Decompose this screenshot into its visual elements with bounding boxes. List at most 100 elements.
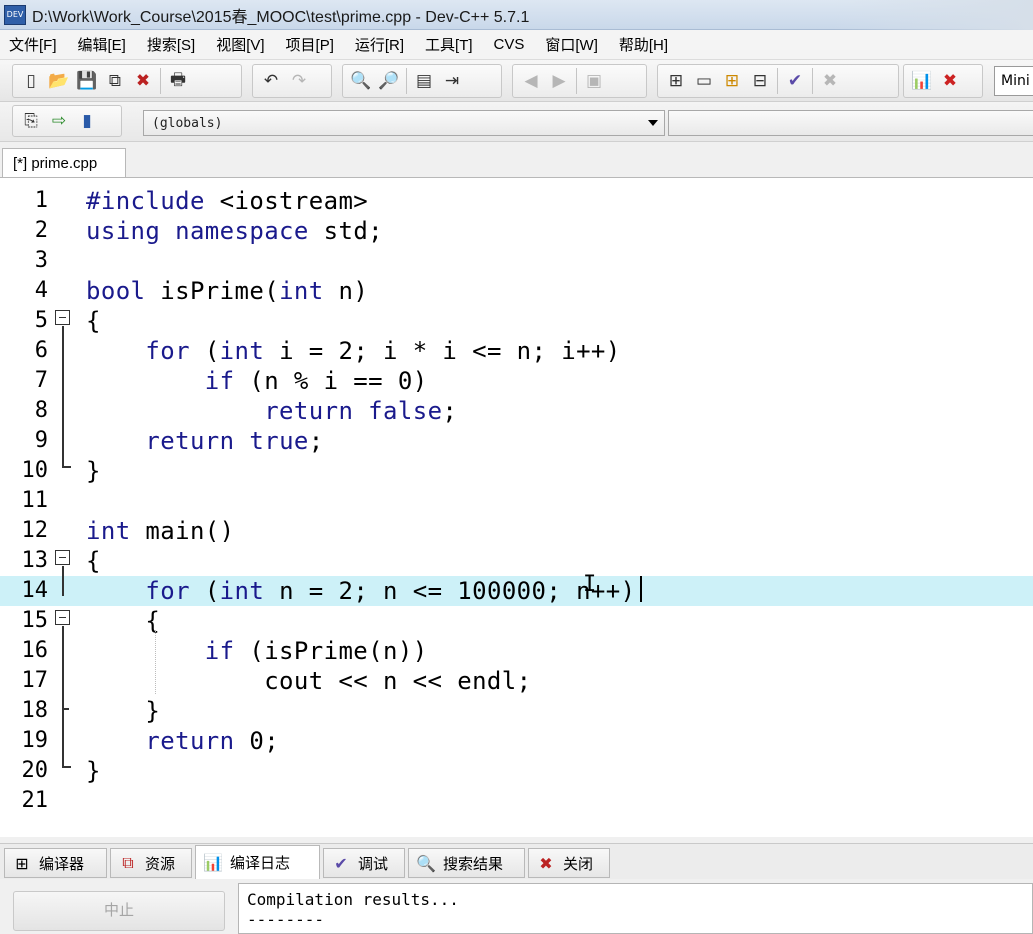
redo-icon[interactable]: ↷ [285,67,313,95]
save-icon[interactable]: 💾 [73,67,101,95]
code-line[interactable]: 3 [0,246,1033,276]
code-line[interactable]: 20} [0,756,1033,786]
text-cursor [640,576,642,602]
title-bar: DEV D:\Work\Work_Course\2015春_MOOC\test\… [0,0,1033,30]
code-line[interactable]: 10} [0,456,1033,486]
toolbar-separator [406,68,407,94]
chevron-down-icon [648,120,658,126]
tab-close-label: 关闭 [563,855,594,873]
code-line[interactable]: 19 return 0; [0,726,1033,756]
compile-icon[interactable]: ⊞ [662,67,690,95]
print-icon[interactable]: 🖶 [164,67,192,95]
toggle-panel-icon[interactable]: ▮ [73,107,101,135]
code-line[interactable]: 9 return true; [0,426,1033,456]
save-all-icon[interactable]: ⧉ [101,67,129,95]
code-line[interactable]: 2 using namespace std; [0,216,1033,246]
menu-file[interactable]: 文件[F] [4,34,62,55]
replace-icon[interactable]: 🔎 [375,67,403,95]
fold-guide [62,626,64,768]
tab-close[interactable]: ✖ 关闭 [528,848,610,878]
tab-compile-log[interactable]: 📊 编译日志 [195,845,320,879]
scope-select[interactable]: (globals) [143,110,665,136]
delete-profile-icon[interactable]: ✖ [936,67,964,95]
code-editor[interactable]: 1 #include <iostream> 2 using namespace std… [0,177,1033,837]
rebuild-icon[interactable]: ⊟ [746,67,774,95]
code-line[interactable]: 18 } [0,696,1033,726]
close-icon: ✖ [539,853,553,873]
compile-run-icon[interactable]: ⊞ [718,67,746,95]
code-line[interactable]: 12 int main() [0,516,1033,546]
tab-compiler[interactable]: ⊞ 编译器 [4,848,107,878]
message-tabs: ⊞ 编译器 ⧉ 资源 📊 编译日志 ✔ 调试 🔍 搜索结果 ✖ 关闭 [0,843,1033,879]
run-icon[interactable]: ▭ [690,67,718,95]
tab-search-results[interactable]: 🔍 搜索结果 [408,848,525,878]
menu-help[interactable]: 帮助[H] [614,34,673,55]
scope-select-value: (globals) [152,116,223,131]
code-line[interactable]: 8 return false; [0,396,1033,426]
indent-icon[interactable]: ▤ [410,67,438,95]
syntax-check-icon[interactable]: ✔ [781,67,809,95]
menu-view[interactable]: 视图[V] [211,34,269,55]
code-text: return 0; [145,727,280,755]
line-number: 4 [34,278,48,303]
undo-icon[interactable]: ↶ [257,67,285,95]
code-line[interactable]: 21 [0,786,1033,816]
close-file-icon[interactable]: ✖ [129,67,157,95]
fold-end-marker [62,766,71,768]
menu-window[interactable]: 窗口[W] [540,34,603,55]
fold-toggle-icon[interactable] [55,310,70,325]
code-line[interactable]: 14 for (int n = 2; n <= 100000; n++) [0,576,1033,606]
profile-icon[interactable]: 📊 [908,67,936,95]
window-title: D:\Work\Work_Course\2015春_MOOC\test\prim… [32,8,530,26]
menu-search[interactable]: 搜索[S] [142,34,200,55]
menu-tools[interactable]: 工具[T] [420,34,478,55]
find-icon[interactable]: 🔍 [347,67,375,95]
tab-prime-cpp[interactable]: [*] prime.cpp [2,148,126,178]
tab-debug[interactable]: ✔ 调试 [323,848,405,878]
fold-toggle-icon[interactable] [55,610,70,625]
line-number: 7 [34,368,48,393]
toolbar-separator [160,68,161,94]
function-select[interactable] [668,110,1033,136]
menu-run[interactable]: 运行[R] [350,34,409,55]
code-line[interactable]: 1 #include <iostream> [0,186,1033,216]
menu-edit[interactable]: 编辑[E] [73,34,131,55]
line-number: 6 [34,338,48,363]
new-file-icon[interactable]: ▯ [17,67,45,95]
line-number: 21 [21,788,49,813]
compiler-select[interactable]: Mini [994,66,1033,96]
compile-toolbar-group: ⊞ ▭ ⊞ ⊟ ✔ ✖ [657,64,899,98]
menu-cvs[interactable]: CVS [489,36,530,53]
open-file-icon[interactable]: 📂 [45,67,73,95]
stop-button[interactable]: 中止 [13,891,225,931]
tab-resources[interactable]: ⧉ 资源 [110,848,192,878]
resource-icon: ⧉ [122,853,134,872]
menu-project[interactable]: 项目[P] [281,34,339,55]
compile-log-output[interactable]: Compilation results... -------- [238,883,1033,934]
stop-execution-icon[interactable]: ✖ [816,67,844,95]
editor-tab-bar: [*] prime.cpp [0,142,1033,178]
file-toolbar-group: ▯ 📂 💾 ⧉ ✖ 🖶 [12,64,242,98]
forward-icon[interactable]: ▶ [545,67,573,95]
bookmark-icon[interactable]: ▣ [580,67,608,95]
line-number: 11 [21,488,49,513]
code-text: for (int n = 2; n <= 100000; n++) [145,577,636,605]
code-line[interactable]: 13 { [0,546,1033,576]
code-line[interactable]: 11 [0,486,1033,516]
new-project-icon[interactable]: ⎘ [17,107,45,135]
fold-toggle-icon[interactable] [55,550,70,565]
code-line[interactable]: 6 for (int i = 2; i * i <= n; i++) [0,336,1033,366]
code-text: for (int i = 2; i * i <= n; i++) [145,337,621,365]
insert-icon[interactable]: ⇨ [45,107,73,135]
code-line[interactable]: 7 if (n % i == 0) [0,366,1033,396]
indent-guide [155,630,156,694]
search-results-icon: 🔍 [416,853,436,873]
class-toolbar: ⎘ ⇨ ▮ (globals) [0,102,1033,142]
fold-end-marker [62,466,71,468]
code-line[interactable]: 4 bool isPrime(int n) [0,276,1033,306]
code-text: cout << n << endl; [86,667,532,695]
code-line[interactable]: 5{ [0,306,1033,336]
project-toolbar-group: ⎘ ⇨ ▮ [12,105,122,137]
goto-line-icon[interactable]: ⇥ [438,67,466,95]
back-icon[interactable]: ◀ [517,67,545,95]
